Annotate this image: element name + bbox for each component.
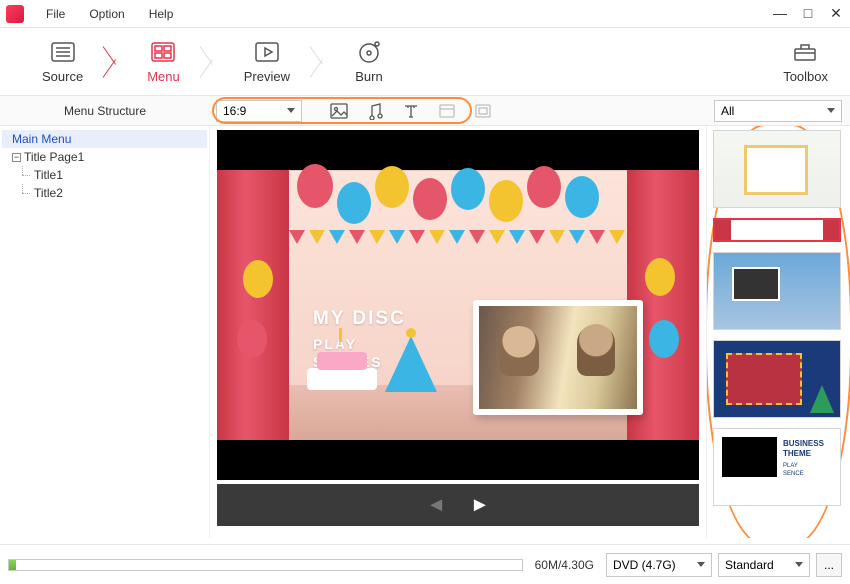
close-button[interactable]: ✕ [828, 5, 844, 22]
tree-group-label: Title Page1 [24, 150, 84, 164]
chevron-icon [310, 32, 334, 92]
video-thumbnail[interactable] [473, 300, 643, 415]
cake-decoration [307, 338, 377, 390]
music-icon[interactable] [366, 102, 384, 120]
options-bar: Menu Structure 16:9 All [0, 96, 850, 126]
toolbox-button[interactable]: Toolbox [783, 39, 828, 84]
app-logo [6, 5, 24, 23]
tree-item[interactable]: Title2 [8, 184, 207, 202]
preview-icon [252, 39, 282, 65]
menu-structure-tree: Main Menu − Title Page1 Title1 Title2 [0, 126, 210, 538]
step-nav: Source Menu Preview Burn Toolbox [0, 28, 850, 96]
burn-icon [354, 39, 384, 65]
aspect-value: 16:9 [223, 104, 246, 118]
frame-icon[interactable] [474, 102, 492, 120]
step-menu[interactable]: Menu [127, 39, 200, 84]
disc-capacity-bar [8, 559, 523, 571]
template-item[interactable] [713, 252, 841, 330]
hat-decoration [385, 336, 437, 392]
caret-down-icon [795, 562, 803, 567]
caret-down-icon [827, 108, 835, 113]
image-icon[interactable] [330, 102, 348, 120]
tree-root[interactable]: Main Menu [2, 130, 207, 148]
disc-type-select[interactable]: DVD (4.7G) [606, 553, 712, 577]
minimize-button[interactable]: — [772, 5, 788, 22]
chapter-icon[interactable] [438, 102, 456, 120]
step-source[interactable]: Source [22, 39, 103, 84]
source-icon [48, 39, 78, 65]
titlebar: File Option Help — □ ✕ [0, 0, 850, 28]
menu-icon [148, 39, 178, 65]
template-item-selected[interactable] [713, 218, 841, 242]
menu-structure-label: Menu Structure [0, 104, 210, 118]
page-nav: ◄ ► [217, 484, 699, 526]
quality-select[interactable]: Standard [718, 553, 810, 577]
main-area: Main Menu − Title Page1 Title1 Title2 [0, 126, 850, 538]
caret-down-icon [287, 108, 295, 113]
menu-help[interactable]: Help [137, 7, 186, 21]
template-filter-select[interactable]: All [714, 100, 842, 122]
chevron-icon [103, 32, 127, 92]
collapse-icon: − [12, 153, 21, 162]
text-icon[interactable] [402, 102, 420, 120]
step-label: Menu [147, 69, 180, 84]
template-item[interactable] [713, 340, 841, 418]
tree-item[interactable]: Title1 [8, 166, 207, 184]
aspect-ratio-select[interactable]: 16:9 [216, 100, 302, 122]
step-label: Preview [244, 69, 290, 84]
chevron-icon [200, 32, 224, 92]
template-item[interactable] [713, 130, 841, 208]
step-burn[interactable]: Burn [334, 39, 404, 84]
more-options-button[interactable]: ... [816, 553, 842, 577]
toolbox-icon [791, 39, 821, 65]
preview-pane: MY DISC PLAY SCENES ◄ ► [210, 126, 706, 538]
next-page-button[interactable]: ► [470, 494, 490, 517]
toolbox-label: Toolbox [783, 69, 828, 84]
step-preview[interactable]: Preview [224, 39, 310, 84]
prev-page-button[interactable]: ◄ [426, 494, 446, 517]
scene: MY DISC PLAY SCENES [217, 170, 699, 440]
menu-tools [330, 102, 492, 120]
template-item[interactable]: BUSINESS THEME PLAY SENCE [713, 428, 841, 506]
menu-file[interactable]: File [34, 7, 77, 21]
status-bar: 60M/4.30G DVD (4.7G) Standard ... [0, 544, 850, 584]
menu-preview[interactable]: MY DISC PLAY SCENES [217, 130, 699, 480]
disc-size-label: 60M/4.30G [529, 558, 600, 572]
menu-option[interactable]: Option [77, 7, 136, 21]
window-controls: — □ ✕ [772, 5, 844, 22]
step-label: Burn [355, 69, 382, 84]
step-label: Source [42, 69, 83, 84]
maximize-button[interactable]: □ [800, 5, 816, 22]
filter-value: All [721, 104, 734, 118]
template-text: BUSINESS THEME PLAY SENCE [777, 429, 824, 505]
tree-group[interactable]: − Title Page1 [8, 148, 207, 166]
template-list[interactable]: BUSINESS THEME PLAY SENCE [706, 126, 850, 538]
caret-down-icon [697, 562, 705, 567]
